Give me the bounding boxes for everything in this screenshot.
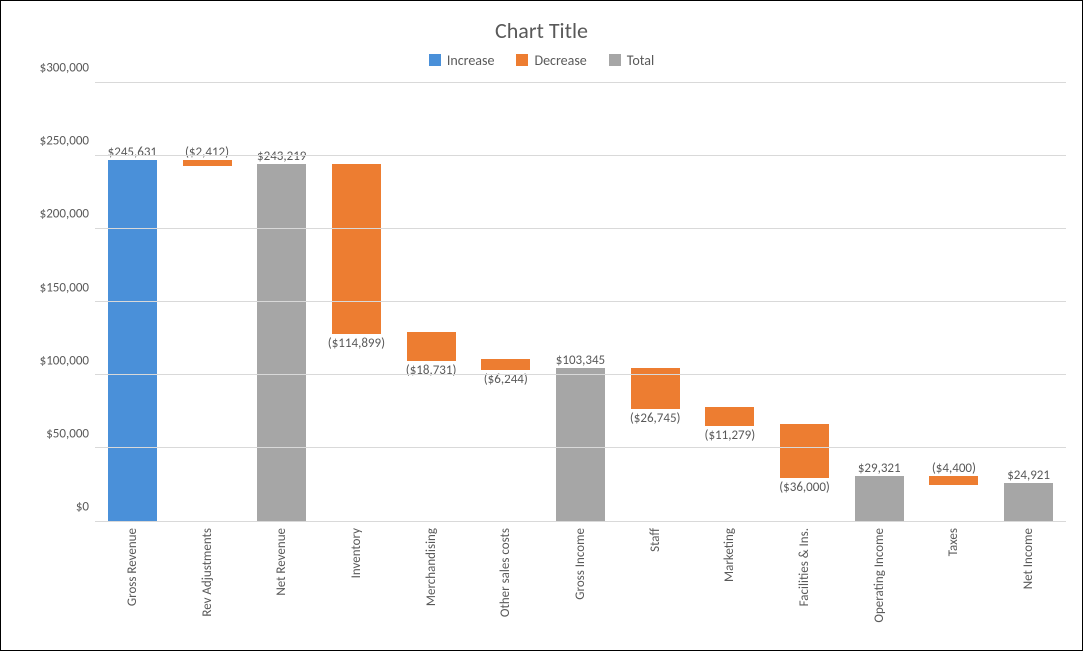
legend-item-decrease: Decrease: [516, 52, 586, 69]
bar-total: [855, 476, 904, 521]
data-label: ($2,412): [185, 145, 229, 160]
data-label: $29,321: [858, 461, 901, 476]
x-tick-label: Gross Revenue: [95, 522, 170, 646]
x-tick-label: Facilities & Ins.: [767, 522, 842, 646]
data-label: ($18,731): [406, 363, 457, 378]
gridline: [95, 301, 1066, 302]
bar-decrease: [332, 164, 381, 334]
y-tick-label: $250,000: [40, 134, 89, 149]
bar-column: $24,921: [991, 83, 1066, 521]
legend: Increase Decrease Total: [17, 52, 1066, 69]
y-tick-label: $300,000: [40, 61, 89, 76]
x-tick-label: Staff: [618, 522, 693, 646]
bar-decrease: [481, 359, 530, 370]
x-tick-label: Net Revenue: [244, 522, 319, 646]
x-tick-label: Taxes: [917, 522, 992, 646]
x-tick-label: Gross Income: [543, 522, 618, 646]
bars: $245,631 ($2,412) $243,219 ($114,899) ($18,7…: [95, 83, 1066, 521]
swatch-increase: [429, 54, 441, 66]
x-tick-label: Marketing: [693, 522, 768, 646]
bar-column: ($18,731): [394, 83, 469, 521]
gridline: [95, 82, 1066, 83]
bar-total: [556, 368, 605, 521]
bar-column: ($6,244): [468, 83, 543, 521]
x-tick-label: Merchandising: [394, 522, 469, 646]
data-label: ($36,000): [779, 480, 830, 495]
bar-decrease: [929, 476, 978, 484]
legend-item-increase: Increase: [429, 52, 495, 69]
data-label: ($114,899): [328, 336, 385, 351]
chart-title: Chart Title: [17, 17, 1066, 44]
bar-total: [257, 164, 306, 521]
gridline: [95, 447, 1066, 448]
bar-decrease: [183, 160, 232, 166]
x-tick-label: Rev Adjustments: [170, 522, 245, 646]
bar-decrease: [780, 424, 829, 479]
data-label: $243,219: [257, 149, 306, 164]
gridline: [95, 374, 1066, 375]
y-tick-label: $50,000: [46, 426, 89, 441]
bar-column: ($114,899): [319, 83, 394, 521]
gridline: [95, 228, 1066, 229]
bar-column: $103,345: [543, 83, 618, 521]
bar-decrease: [705, 407, 754, 425]
bar-column: ($26,745): [618, 83, 693, 521]
x-axis: Gross RevenueRev AdjustmentsNet RevenueI…: [95, 522, 1066, 646]
bar-column: $245,631: [95, 83, 170, 521]
swatch-decrease: [516, 54, 528, 66]
y-axis: $0 $50,000 $100,000 $150,000 $200,000 $250,00…: [17, 83, 95, 522]
gridline: [95, 155, 1066, 156]
bar-total: [1004, 483, 1053, 521]
data-label: ($11,279): [705, 428, 756, 443]
bar-decrease: [407, 332, 456, 361]
bar-column: ($2,412): [170, 83, 245, 521]
x-tick-label: Operating Income: [842, 522, 917, 646]
y-tick-label: $100,000: [40, 353, 89, 368]
plot: $0 $50,000 $100,000 $150,000 $200,000 $250,00…: [17, 83, 1066, 522]
x-tick-label: Inventory: [319, 522, 394, 646]
y-tick-label: $150,000: [40, 280, 89, 295]
data-label: $245,631: [108, 145, 157, 160]
bar-column: $243,219: [244, 83, 319, 521]
data-label: ($26,745): [630, 411, 681, 426]
y-tick-label: $200,000: [40, 207, 89, 222]
y-tick-label: $0: [76, 500, 89, 515]
bar-increase: [108, 160, 157, 521]
legend-item-total: Total: [609, 52, 654, 69]
x-tick-label: Net Income: [991, 522, 1066, 646]
bar-column: ($4,400): [917, 83, 992, 521]
data-label: $24,921: [1007, 468, 1050, 483]
plot-area: $245,631 ($2,412) $243,219 ($114,899) ($18,7…: [95, 83, 1066, 522]
waterfall-chart: Chart Title Increase Decrease Total $0 $5…: [0, 0, 1083, 651]
swatch-total: [609, 54, 621, 66]
bar-column: ($36,000): [767, 83, 842, 521]
bar-column: ($11,279): [693, 83, 768, 521]
x-tick-label: Other sales costs: [468, 522, 543, 646]
bar-column: $29,321: [842, 83, 917, 521]
data-label: ($4,400): [932, 461, 976, 476]
data-label: $103,345: [556, 353, 605, 368]
